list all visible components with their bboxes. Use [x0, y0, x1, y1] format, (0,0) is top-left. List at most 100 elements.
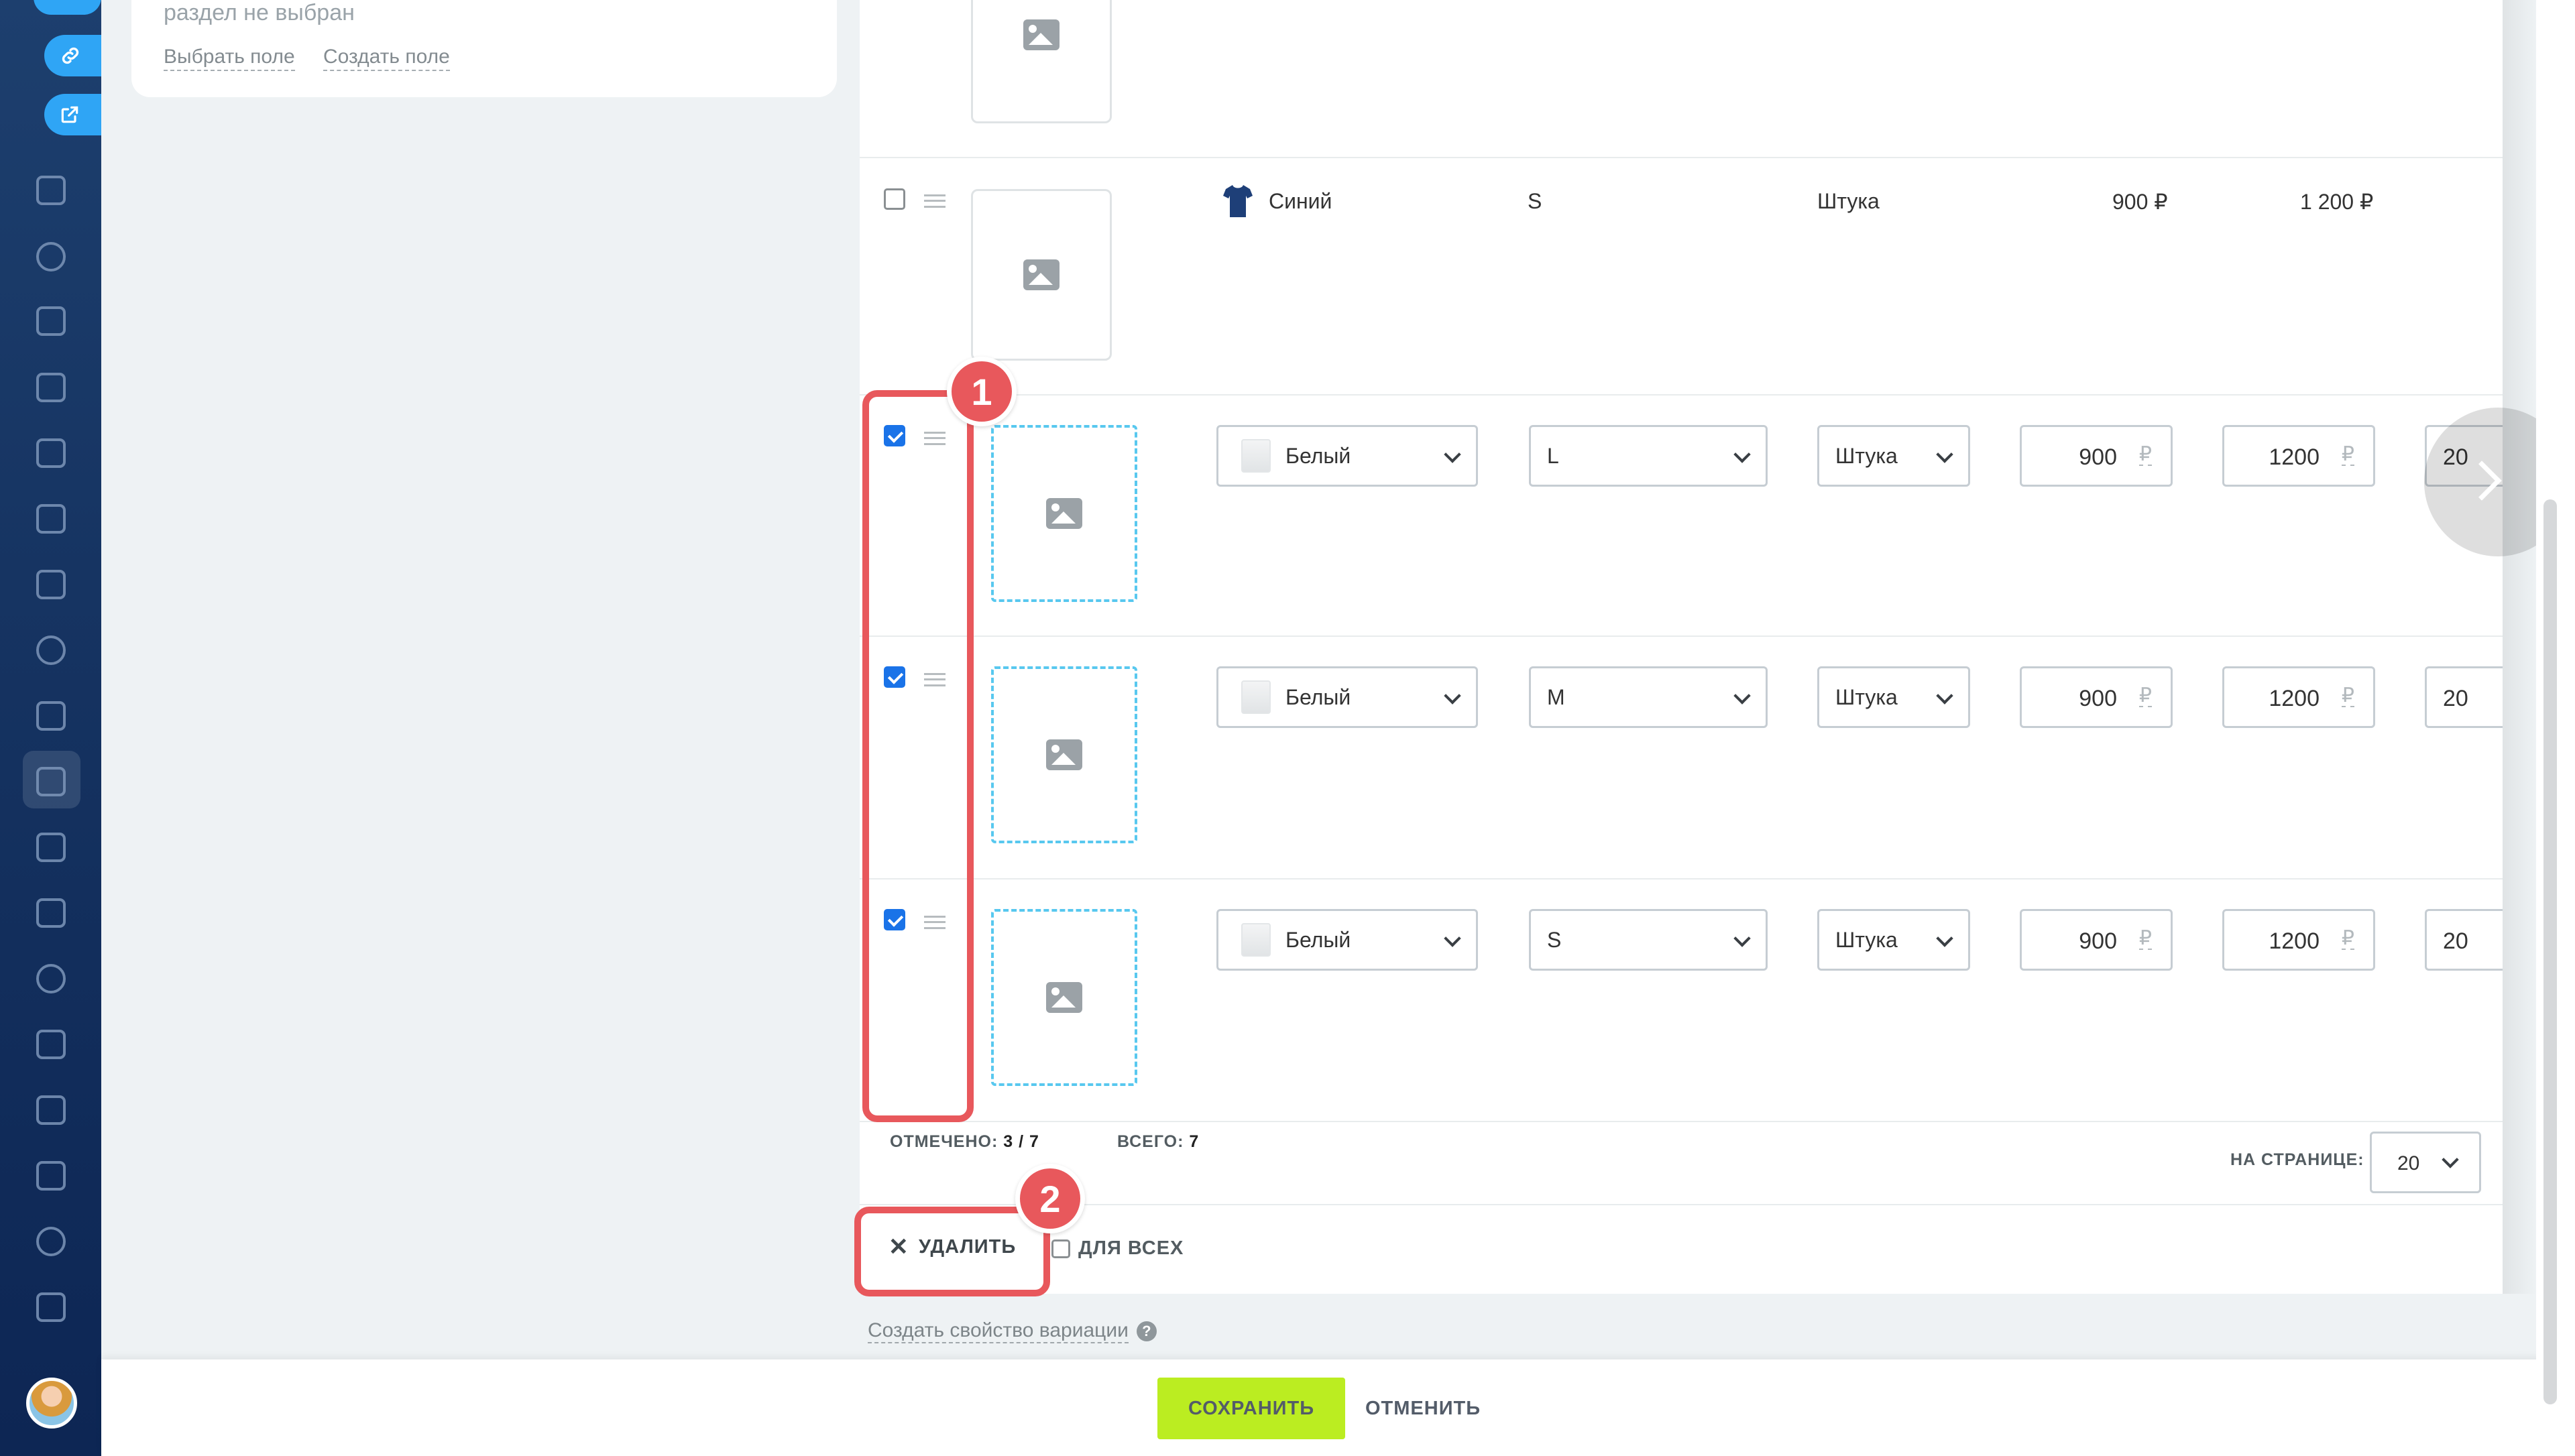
- image-placeholder[interactable]: [971, 0, 1112, 123]
- chevron-right-icon: [2462, 461, 2502, 501]
- color-select[interactable]: Белый: [1216, 909, 1478, 971]
- schedule-icon[interactable]: [36, 833, 66, 862]
- link-button[interactable]: [44, 35, 101, 76]
- color-select[interactable]: Белый: [1216, 666, 1478, 728]
- contacts-icon[interactable]: [36, 635, 66, 665]
- for-all-checkbox[interactable]: ДЛЯ ВСЕХ: [1051, 1237, 1184, 1260]
- purchase-price-input[interactable]: 900 ₽: [2020, 666, 2173, 728]
- user-avatar[interactable]: [26, 1378, 77, 1429]
- unit-select[interactable]: Штука: [1817, 425, 1970, 487]
- color-value: Синий: [1269, 189, 1332, 213]
- annotation-badge-1: 1: [947, 357, 1017, 426]
- chevron-down-icon: [1444, 687, 1461, 705]
- sign-icon[interactable]: [36, 1095, 66, 1125]
- cart-icon[interactable]: [36, 1030, 66, 1059]
- quantity-input[interactable]: 20: [2425, 909, 2503, 971]
- image-placeholder-icon: [1023, 259, 1060, 290]
- price-input[interactable]: 1200 ₽: [2222, 666, 2375, 728]
- currency-selector[interactable]: ₽: [2138, 686, 2152, 707]
- quantity-input[interactable]: 20: [2425, 666, 2503, 728]
- selected-count: ОТМЕЧЕНО: 3 / 7: [890, 1132, 1039, 1151]
- per-page-label: НА СТРАНИЦЕ:: [2230, 1150, 2364, 1169]
- checkbox-highlight-frame: [862, 390, 974, 1122]
- choose-field-link[interactable]: Выбрать поле: [164, 46, 295, 71]
- chevron-down-icon: [1444, 930, 1461, 947]
- tshirt-icon: [1241, 439, 1271, 473]
- card-icon[interactable]: [36, 504, 66, 534]
- warehouse-icon[interactable]: [36, 898, 66, 928]
- purchase-price-input[interactable]: 900 ₽: [2020, 909, 2173, 971]
- tshirt-icon: [1241, 923, 1271, 957]
- size-select[interactable]: S: [1529, 909, 1768, 971]
- left-sidebar: [0, 0, 101, 1456]
- price-value: 1 200 ₽: [2300, 190, 2374, 214]
- chevron-down-icon: [1733, 687, 1751, 705]
- target-icon[interactable]: [36, 964, 66, 993]
- drag-handle-icon[interactable]: [924, 194, 946, 208]
- section-status: раздел не выбран: [164, 0, 355, 25]
- currency-selector[interactable]: ₽: [2341, 686, 2354, 707]
- presentation-icon[interactable]: [36, 438, 66, 468]
- create-field-link[interactable]: Создать поле: [323, 46, 450, 71]
- table-row: Белый S Штука 900 ₽ 1200 ₽ 20: [860, 879, 2503, 1121]
- image-upload-area[interactable]: [991, 909, 1137, 1086]
- chevron-down-icon: [1733, 930, 1751, 947]
- size-select[interactable]: L: [1529, 425, 1768, 487]
- catalog-icon[interactable]: [36, 242, 66, 271]
- currency-selector[interactable]: ₽: [2341, 444, 2354, 466]
- price-input[interactable]: 1200 ₽: [2222, 425, 2375, 487]
- scrollbar-thumb[interactable]: [2543, 499, 2557, 1404]
- chevron-down-icon: [2442, 1151, 2459, 1168]
- create-variation-property-link[interactable]: Создать свойство вариации ?: [868, 1319, 1157, 1343]
- per-page-select[interactable]: 20: [2370, 1132, 2481, 1193]
- image-placeholder-icon: [1046, 982, 1082, 1013]
- section-card: раздел не выбран Выбрать поле Создать по…: [131, 0, 837, 97]
- unit-select[interactable]: Штука: [1817, 909, 1970, 971]
- annotation-badge-2: 2: [1015, 1164, 1085, 1233]
- purchase-price-input[interactable]: 900 ₽: [2020, 425, 2173, 487]
- image-upload-area[interactable]: [991, 666, 1137, 843]
- table-row: Белый M Штука 900 ₽ 1200 ₽ 20: [860, 637, 2503, 878]
- page-scrollbar[interactable]: [2536, 0, 2575, 1456]
- settings-icon[interactable]: [36, 1227, 66, 1256]
- cancel-button[interactable]: ОТМЕНИТЬ: [1365, 1378, 1481, 1439]
- mail-icon[interactable]: [36, 570, 66, 599]
- for-all-checkbox-box[interactable]: [1051, 1239, 1070, 1258]
- funnel-icon[interactable]: [36, 767, 66, 796]
- save-button[interactable]: СОХРАНИТЬ: [1157, 1378, 1345, 1439]
- unit-select[interactable]: Штука: [1817, 666, 1970, 728]
- help-icon[interactable]: ?: [1136, 1321, 1157, 1341]
- table-row: Белый L Штука 900 ₽ 1200 ₽ 20: [860, 396, 2503, 637]
- currency-selector[interactable]: ₽: [2341, 928, 2354, 950]
- image-placeholder[interactable]: [971, 189, 1112, 361]
- price-input[interactable]: 1200 ₽: [2222, 909, 2375, 971]
- color-select[interactable]: Белый: [1216, 425, 1478, 487]
- image-upload-area[interactable]: [991, 425, 1137, 602]
- sidebar-top-button[interactable]: [34, 0, 101, 15]
- more-icon[interactable]: [36, 1292, 66, 1322]
- size-select[interactable]: M: [1529, 666, 1768, 728]
- chevron-down-icon: [1936, 930, 1953, 947]
- chevron-down-icon: [1936, 687, 1953, 705]
- tshirt-icon: [1241, 680, 1271, 714]
- unit-value: Штука: [1817, 189, 1880, 213]
- documents-icon[interactable]: [36, 176, 66, 205]
- image-placeholder-icon: [1046, 498, 1082, 529]
- currency-selector[interactable]: ₽: [2138, 444, 2152, 466]
- row-checkbox[interactable]: [884, 188, 905, 210]
- table-scroll-shadow: [2503, 0, 2536, 1294]
- row-divider: [860, 1204, 2503, 1205]
- calendar-icon[interactable]: [36, 306, 66, 336]
- link-icon: [62, 47, 79, 64]
- table-row: Синий S Штука 900 ₽ 1 200 ₽: [860, 158, 2503, 400]
- open-external-button[interactable]: [44, 94, 101, 135]
- row-divider: [860, 1121, 2503, 1122]
- image-placeholder-icon: [1023, 19, 1060, 50]
- image-placeholder-icon: [1046, 739, 1082, 770]
- delete-highlight-frame: [854, 1207, 1050, 1296]
- file-icon[interactable]: [36, 373, 66, 402]
- currency-selector[interactable]: ₽: [2138, 928, 2152, 950]
- pen-icon[interactable]: [36, 1161, 66, 1191]
- tasks-icon[interactable]: [36, 701, 66, 731]
- external-link-icon: [61, 106, 78, 123]
